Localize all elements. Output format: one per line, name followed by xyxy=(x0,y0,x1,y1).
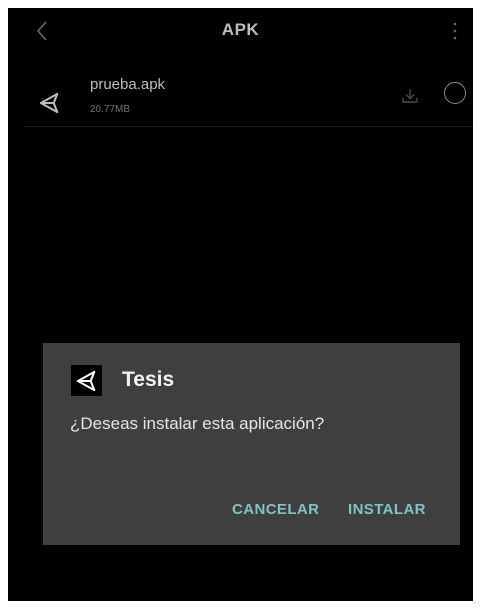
screen: APK prueba.apk 20.77MB Tesis ¿Deseas ins… xyxy=(8,8,473,601)
unity-logo-icon xyxy=(39,92,59,114)
file-size: 20.77MB xyxy=(90,104,131,115)
dialog-app-name: Tesis xyxy=(122,368,175,391)
download-icon[interactable] xyxy=(400,86,420,106)
install-dialog: Tesis ¿Deseas instalar esta aplicación? … xyxy=(43,343,460,545)
more-vert-icon xyxy=(453,22,457,40)
page-title: APK xyxy=(221,20,260,39)
select-radio[interactable] xyxy=(444,82,466,104)
cancel-button[interactable]: CANCELAR xyxy=(232,501,319,518)
dialog-message: ¿Deseas instalar esta aplicación? xyxy=(70,414,325,433)
file-name: prueba.apk xyxy=(90,76,166,93)
app-icon xyxy=(71,365,102,396)
unity-logo-icon xyxy=(76,370,95,391)
app-bar: APK xyxy=(8,8,473,54)
install-button[interactable]: INSTALAR xyxy=(348,501,426,518)
overflow-menu-button[interactable] xyxy=(445,18,465,44)
file-list-item[interactable]: prueba.apk 20.77MB xyxy=(24,64,473,127)
